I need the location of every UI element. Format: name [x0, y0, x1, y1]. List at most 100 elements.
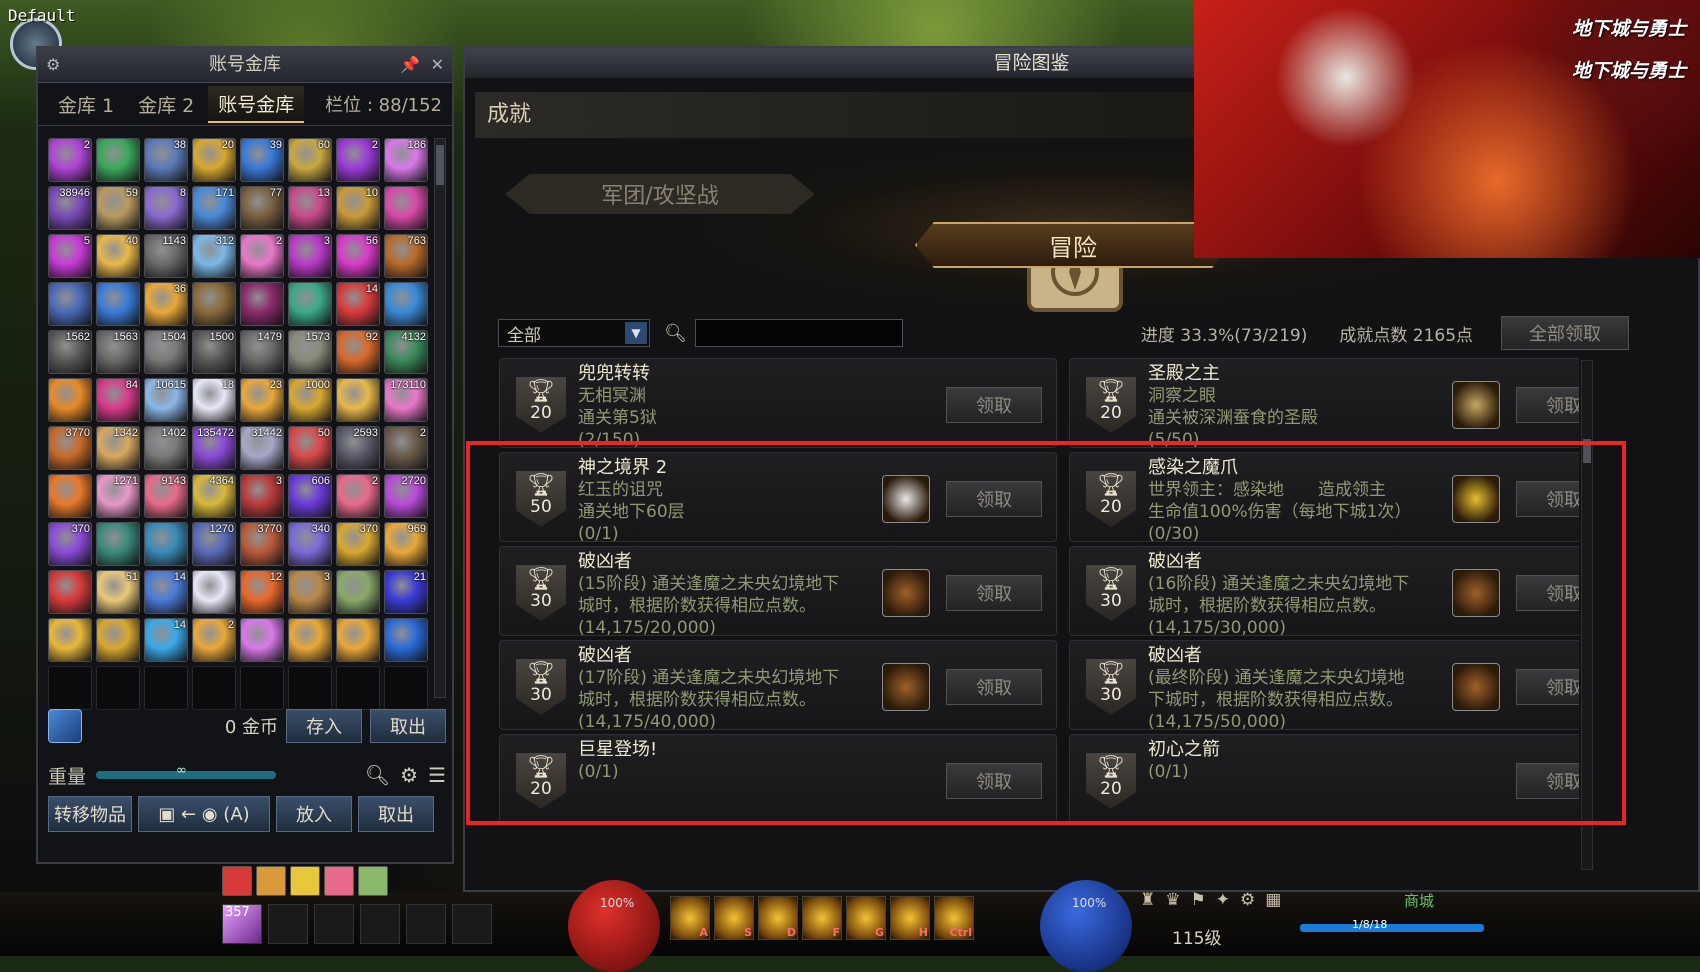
vault-item-slot[interactable] — [192, 282, 236, 326]
put-in-button[interactable]: 放入 — [276, 796, 352, 832]
vault-item-slot[interactable] — [336, 570, 380, 614]
vault-item-slot[interactable] — [336, 618, 380, 662]
reward-icon[interactable] — [882, 663, 930, 711]
scroll-thumb[interactable] — [436, 145, 444, 185]
skill-slot[interactable]: G — [846, 896, 886, 940]
take-out-button[interactable]: 取出 — [358, 796, 434, 832]
vault-item-slot[interactable]: 1573 — [288, 330, 332, 374]
vault-item-slot[interactable]: 3 — [288, 570, 332, 614]
chevron-down-icon[interactable]: ▼ — [625, 322, 647, 344]
vault-item-slot[interactable]: 38 — [144, 138, 188, 182]
vault-item-slot[interactable]: 2 — [384, 426, 428, 470]
vault-item-slot[interactable]: 23 — [240, 378, 284, 422]
vault-item-slot[interactable]: 92 — [336, 330, 380, 374]
vault-item-slot[interactable] — [336, 378, 380, 422]
vault-item-slot[interactable]: 4132 — [384, 330, 428, 374]
vault-item-slot[interactable]: 1500 — [192, 330, 236, 374]
reward-icon[interactable] — [1452, 475, 1500, 523]
quick-slot[interactable] — [452, 904, 492, 944]
deposit-button[interactable]: 存入 — [286, 709, 362, 743]
quick-slot[interactable] — [268, 904, 308, 944]
vault-item-slot[interactable]: 340 — [288, 522, 332, 566]
buff-icon[interactable] — [256, 866, 286, 896]
vault-item-slot[interactable]: 12 — [240, 570, 284, 614]
heart-icon[interactable] — [324, 866, 354, 896]
claim-button[interactable]: 领取 — [1516, 763, 1579, 799]
vault-item-slot[interactable]: 2 — [240, 234, 284, 278]
vault-item-slot[interactable]: 969 — [384, 522, 428, 566]
vault-item-slot[interactable]: 14 — [144, 570, 188, 614]
vault-item-slot[interactable]: 5 — [48, 234, 92, 278]
vault-item-slot[interactable] — [48, 666, 92, 710]
vault-item-slot[interactable]: 1402 — [144, 426, 188, 470]
vault-item-slot[interactable]: 2 — [336, 474, 380, 518]
claim-button[interactable]: 领取 — [946, 387, 1042, 423]
vault-item-slot[interactable]: 10 — [336, 186, 380, 230]
vault-item-slot[interactable] — [384, 618, 428, 662]
vault-item-slot[interactable]: 2720 — [384, 474, 428, 518]
skill-slot[interactable]: D — [758, 896, 798, 940]
vault-item-slot[interactable]: 1563 — [96, 330, 140, 374]
reward-icon[interactable] — [1452, 663, 1500, 711]
skill-slot[interactable]: H — [890, 896, 930, 940]
vault-item-slot[interactable]: 3 — [288, 234, 332, 278]
list-icon[interactable]: ☰ — [428, 763, 446, 787]
search-icon[interactable]: 🔍︎ — [365, 763, 390, 787]
vault-item-slot[interactable]: 370 — [336, 522, 380, 566]
vault-item-slot[interactable] — [384, 282, 428, 326]
vault-item-slot[interactable]: 9143 — [144, 474, 188, 518]
claim-button[interactable]: 领取 — [1516, 387, 1579, 423]
menu-icon[interactable]: ✦ — [1216, 890, 1230, 910]
reward-icon[interactable] — [1452, 381, 1500, 429]
vault-item-slot[interactable] — [96, 138, 140, 182]
category-select[interactable]: 全部 ▼ — [498, 319, 650, 347]
vault-item-slot[interactable] — [48, 570, 92, 614]
vault-item-slot[interactable] — [336, 666, 380, 710]
vault-item-slot[interactable] — [48, 618, 92, 662]
vault-item-slot[interactable]: 50 — [288, 426, 332, 470]
vault-item-slot[interactable] — [240, 618, 284, 662]
vault-item-slot[interactable] — [288, 666, 332, 710]
claim-button[interactable]: 领取 — [1516, 481, 1579, 517]
tab-vault-1[interactable]: 金库 1 — [48, 87, 124, 122]
gold-pouch-icon[interactable] — [48, 709, 82, 743]
vault-item-slot[interactable]: 1271 — [96, 474, 140, 518]
vault-item-slot[interactable]: 10615 — [144, 378, 188, 422]
vault-item-slot[interactable]: 21 — [384, 570, 428, 614]
vault-item-slot[interactable] — [240, 282, 284, 326]
vault-item-slot[interactable]: 2 — [48, 138, 92, 182]
menu-icon[interactable]: ♜ — [1140, 890, 1155, 910]
achievement-scrollbar[interactable] — [1581, 360, 1593, 870]
menu-icon[interactable]: ⚑ — [1191, 890, 1206, 910]
skill-slot[interactable]: A — [670, 896, 710, 940]
menu-icon[interactable]: ♛ — [1165, 890, 1180, 910]
vault-scrollbar[interactable] — [434, 138, 446, 698]
vault-item-slot[interactable] — [48, 282, 92, 326]
scroll-thumb[interactable] — [1583, 439, 1591, 463]
vault-item-slot[interactable]: 51 — [96, 570, 140, 614]
claim-button[interactable]: 领取 — [946, 481, 1042, 517]
vault-item-slot[interactable]: 36 — [144, 282, 188, 326]
vault-item-slot[interactable] — [96, 522, 140, 566]
vault-item-slot[interactable] — [384, 186, 428, 230]
buff-icon[interactable] — [290, 866, 320, 896]
transfer-items-button[interactable]: 转移物品 — [48, 796, 132, 832]
vault-item-slot[interactable]: 60 — [288, 138, 332, 182]
vault-item-slot[interactable] — [96, 282, 140, 326]
search-input[interactable] — [694, 319, 903, 347]
close-icon[interactable]: ✕ — [431, 48, 444, 82]
vault-item-slot[interactable]: 4364 — [192, 474, 236, 518]
quick-slot[interactable] — [360, 904, 400, 944]
menu-icon[interactable]: ⚙ — [1240, 890, 1255, 910]
vault-item-slot[interactable]: 8 — [144, 186, 188, 230]
tab-legion-raid[interactable]: 军团/攻坚战 — [505, 174, 815, 214]
tab-vault-2[interactable]: 金库 2 — [128, 87, 204, 122]
vault-item-slot[interactable]: 13 — [288, 186, 332, 230]
tab-account-vault[interactable]: 账号金库 — [208, 85, 305, 123]
vault-item-slot[interactable] — [288, 282, 332, 326]
menu-icon[interactable]: ▦ — [1265, 890, 1281, 910]
vault-titlebar[interactable]: ⚙ 账号金库 📌 ✕ — [38, 48, 452, 83]
vault-item-slot[interactable]: 1342 — [96, 426, 140, 470]
vault-item-slot[interactable]: 84 — [96, 378, 140, 422]
claim-button[interactable]: 领取 — [1516, 669, 1579, 705]
